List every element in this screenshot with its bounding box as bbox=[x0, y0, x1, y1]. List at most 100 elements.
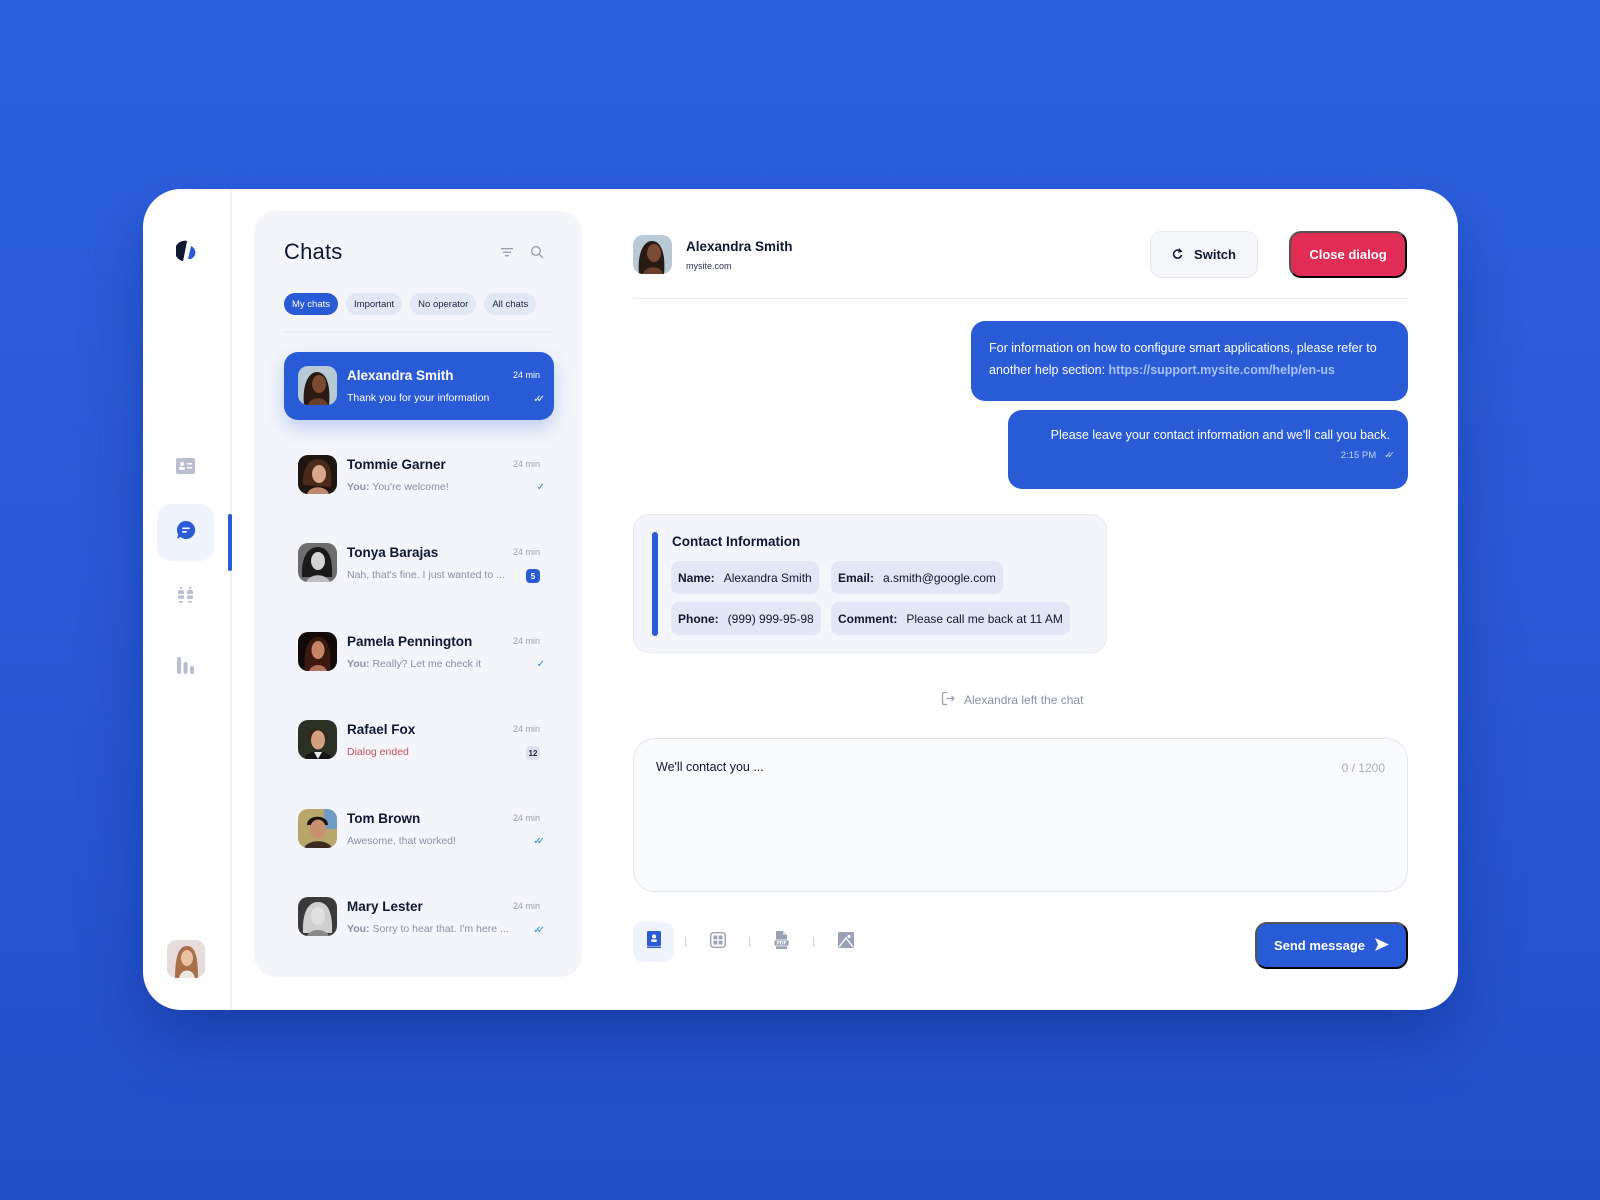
chat-name: Rafael Fox bbox=[347, 722, 416, 737]
svg-text:PDF: PDF bbox=[776, 940, 786, 946]
switch-label: Switch bbox=[1194, 247, 1236, 262]
separator bbox=[685, 937, 686, 947]
attach-contact-button[interactable] bbox=[633, 922, 674, 962]
field-label: Name: bbox=[678, 570, 715, 585]
sidebar-item-contacts[interactable] bbox=[157, 440, 214, 497]
switch-button[interactable]: Switch bbox=[1150, 231, 1258, 278]
field-label: Phone: bbox=[678, 611, 719, 626]
chat-list-item[interactable]: Pamela Pennington 24 min You: Really? Le… bbox=[284, 618, 554, 686]
contact-card-icon bbox=[176, 458, 195, 479]
chat-preview: You: You're welcome! bbox=[347, 481, 449, 493]
message-bubble: Please leave your contact information an… bbox=[1008, 410, 1408, 489]
logout-icon bbox=[941, 691, 956, 709]
tab-no-operator[interactable]: No operator bbox=[410, 293, 477, 315]
active-indicator bbox=[228, 514, 232, 571]
attachment-toolbar: PDF bbox=[633, 922, 866, 962]
chat-preview: You: Really? Let me check it bbox=[347, 658, 481, 670]
chats-title: Chats bbox=[284, 239, 343, 264]
contact-information-card: Contact Information Name: Alexandra Smith… bbox=[633, 514, 1107, 653]
field-comment: Comment: Please call me back at 11 AM bbox=[831, 602, 1070, 635]
current-user-avatar[interactable] bbox=[167, 940, 205, 978]
tab-important[interactable]: Important bbox=[346, 293, 403, 315]
chat-bubble-icon bbox=[176, 520, 196, 545]
separator bbox=[749, 937, 750, 947]
chat-name: Mary Lester bbox=[347, 899, 423, 914]
chat-time: 24 min bbox=[512, 724, 540, 734]
chat-list-item[interactable]: Alexandra Smith 24 min Thank you for you… bbox=[284, 352, 554, 420]
divider bbox=[633, 298, 1408, 299]
chat-time: 24 min bbox=[512, 547, 540, 557]
field-phone: Phone: (999) 999-95-98 bbox=[671, 602, 821, 635]
check-icon: ✓ bbox=[536, 659, 546, 670]
check-icon: ✓ bbox=[536, 482, 546, 493]
chat-time: 24 min bbox=[512, 635, 540, 646]
chat-filter-tabs: My chats Important No operator All chats bbox=[284, 293, 537, 315]
preview-text: Sorry to hear that. I'm here ... bbox=[372, 923, 509, 935]
chat-list-item[interactable]: Tommie Garner 24 min You: You're welcome… bbox=[284, 441, 554, 509]
card-title: Contact Information bbox=[672, 534, 801, 549]
chat-time: 24 min bbox=[512, 812, 540, 823]
message-time: 2:15 PM bbox=[1340, 450, 1377, 461]
avatar bbox=[298, 454, 337, 494]
help-link[interactable]: https://support.mysite.com/help/en-us bbox=[1109, 363, 1335, 377]
avatar bbox=[298, 808, 337, 848]
field-name: Name: Alexandra Smith bbox=[671, 561, 819, 594]
send-message-button[interactable]: Send message bbox=[1255, 922, 1408, 969]
avatar bbox=[298, 720, 337, 759]
chat-list-item[interactable]: Tonya Barajas 24 min Nah, that's fine. I… bbox=[284, 529, 554, 597]
redo-icon bbox=[1172, 247, 1184, 262]
app-logo-icon[interactable] bbox=[174, 240, 200, 262]
double-check-icon: ✓✓ bbox=[1384, 450, 1395, 461]
chat-preview: You: Sorry to hear that. I'm here ... bbox=[347, 923, 509, 935]
chat-list-item[interactable]: Tom Brown 24 min Awesome, that worked! ✓… bbox=[284, 795, 554, 863]
double-check-icon: ✓✓ bbox=[533, 836, 545, 847]
attach-image-button[interactable] bbox=[825, 922, 866, 962]
message-input[interactable] bbox=[656, 760, 1256, 774]
field-label: Comment: bbox=[838, 611, 898, 626]
chat-preview: Dialog ended bbox=[347, 746, 409, 758]
preview-text: You're welcome! bbox=[372, 480, 449, 493]
search-icon[interactable] bbox=[530, 245, 544, 259]
tab-my-chats[interactable]: My chats bbox=[284, 293, 339, 315]
image-icon bbox=[837, 931, 854, 953]
chat-name: Tommie Garner bbox=[347, 456, 446, 472]
chat-preview: Thank you for your information bbox=[347, 392, 490, 404]
you-prefix: You: bbox=[347, 657, 370, 670]
chat-list-item[interactable]: Rafael Fox 24 min Dialog ended 12 bbox=[284, 706, 554, 774]
tab-all-chats[interactable]: All chats bbox=[484, 293, 537, 315]
chat-name: Tonya Barajas bbox=[347, 545, 439, 560]
unread-badge: 5 bbox=[526, 569, 540, 583]
users-sort-icon bbox=[177, 587, 194, 610]
field-value: Please call me back at 11 AM bbox=[906, 611, 1063, 626]
chat-preview: Awesome, that worked! bbox=[347, 834, 456, 847]
template-grid-icon bbox=[709, 931, 726, 953]
chat-list: Alexandra Smith 24 min Thank you for you… bbox=[284, 352, 554, 972]
system-notice: Alexandra left the chat bbox=[941, 691, 1083, 709]
field-value: Alexandra Smith bbox=[723, 570, 812, 585]
field-email: Email: a.smith@google.com bbox=[831, 561, 1003, 594]
sidebar-item-chats[interactable] bbox=[157, 504, 214, 561]
filter-icon[interactable] bbox=[500, 245, 514, 259]
sidebar-item-operators[interactable] bbox=[157, 570, 214, 627]
notice-text: Alexandra left the chat bbox=[964, 693, 1084, 707]
attach-pdf-button[interactable]: PDF bbox=[761, 922, 802, 962]
avatar bbox=[298, 543, 337, 582]
chat-time: 24 min bbox=[512, 458, 540, 469]
field-value: a.smith@google.com bbox=[883, 570, 996, 585]
card-accent-bar bbox=[652, 532, 658, 636]
preview-text: Really? Let me check it bbox=[372, 657, 482, 670]
bar-chart-icon bbox=[177, 656, 194, 679]
contact-book-icon bbox=[646, 931, 661, 953]
close-dialog-button[interactable]: Close dialog bbox=[1289, 231, 1407, 278]
avatar bbox=[298, 897, 337, 936]
sidebar-item-analytics[interactable] bbox=[157, 639, 214, 696]
attach-template-button[interactable] bbox=[697, 922, 738, 962]
chat-list-item[interactable]: Mary Lester 24 min You: Sorry to hear th… bbox=[284, 883, 554, 951]
you-prefix: You: bbox=[347, 923, 370, 935]
double-check-icon: ✓✓ bbox=[533, 924, 545, 936]
chat-name: Pamela Pennington bbox=[347, 633, 473, 649]
avatar bbox=[298, 366, 337, 405]
app-window: Chats My chats Important No operator All… bbox=[143, 189, 1458, 1010]
contact-site: mysite.com bbox=[686, 261, 732, 271]
send-arrow-icon bbox=[1375, 937, 1390, 954]
